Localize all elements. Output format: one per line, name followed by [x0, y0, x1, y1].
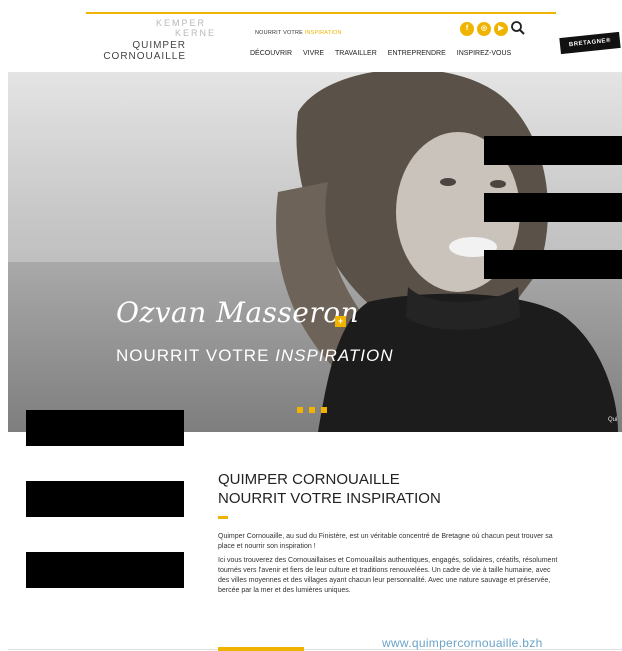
plus-icon[interactable]: +: [335, 316, 346, 327]
slider-dot[interactable]: [297, 407, 303, 413]
section-heading-line1: QUIMPER CORNOUAILLE: [218, 471, 400, 488]
youtube-icon[interactable]: ▶: [494, 22, 508, 36]
hero-corner-caption: Qui: [608, 417, 618, 423]
redacted-block: [484, 193, 622, 222]
nav-item-travailler[interactable]: TRAVAILLER: [335, 50, 377, 57]
nav-item-decouvrir[interactable]: DÉCOUVRIR: [250, 50, 292, 57]
header-tagline: NOURRIT VOTRE INSPIRATION: [255, 30, 342, 36]
hero-subtitle-prefix: NOURRIT VOTRE: [116, 346, 270, 365]
redacted-block: [26, 481, 184, 517]
hero-subtitle: NOURRIT VOTRE INSPIRATION: [116, 346, 394, 366]
description-paragraph: Ici vous trouverez des Cornouaillaises e…: [218, 557, 558, 594]
intro-paragraph: Quimper Cornouaille, au sud du Finistère…: [218, 533, 553, 550]
site-url[interactable]: www.quimpercornouaille.bzh: [382, 636, 543, 650]
footer-accent-button[interactable]: [218, 647, 304, 651]
bretagne-badge[interactable]: BRETAGNE®: [559, 31, 621, 55]
nav-item-vivre[interactable]: VIVRE: [303, 50, 324, 57]
tagline-prefix: NOURRIT VOTRE: [255, 30, 304, 36]
slider-dots: [297, 407, 327, 413]
logo-kemper: KEMPER: [155, 18, 206, 28]
nav-item-inspirez-vous[interactable]: INSPIREZ-VOUS: [457, 50, 511, 57]
logo-cornouaille: CORNOUAILLE: [103, 51, 186, 62]
site-header: KEMPER KERNE QUIMPER CORNOUAILLE NOURRIT…: [0, 0, 622, 70]
logo-quimper: QUIMPER: [132, 40, 186, 51]
redacted-block: [26, 552, 184, 588]
social-links: f ◎ ▶: [460, 22, 508, 36]
slider-dot[interactable]: [321, 407, 327, 413]
hero-person-name: Ozvan Masseron: [116, 296, 360, 329]
redacted-block: [26, 410, 184, 446]
search-icon[interactable]: [510, 20, 526, 36]
redacted-block: [484, 250, 622, 279]
slider-dot[interactable]: [309, 407, 315, 413]
hero-subtitle-italic: INSPIRATION: [275, 346, 394, 365]
facebook-icon[interactable]: f: [460, 22, 474, 36]
redacted-block: [484, 136, 622, 165]
tagline-accent: INSPIRATION: [304, 30, 342, 36]
logo-kerne: KERNE: [174, 28, 216, 38]
section-heading-line2: NOURRIT VOTRE INSPIRATION: [218, 490, 441, 507]
heading-accent-underline: [218, 516, 228, 519]
section-heading: QUIMPER CORNOUAILLE NOURRIT VOTRE INSPIR…: [218, 470, 441, 508]
main-nav: DÉCOUVRIR VIVRE TRAVAILLER ENTREPRENDRE …: [250, 50, 522, 57]
site-logo[interactable]: KEMPER KERNE QUIMPER CORNOUAILLE: [86, 18, 216, 64]
instagram-icon[interactable]: ◎: [477, 22, 491, 36]
header-accent-rule: [86, 12, 556, 14]
nav-item-entreprendre[interactable]: ENTREPRENDRE: [388, 50, 446, 57]
